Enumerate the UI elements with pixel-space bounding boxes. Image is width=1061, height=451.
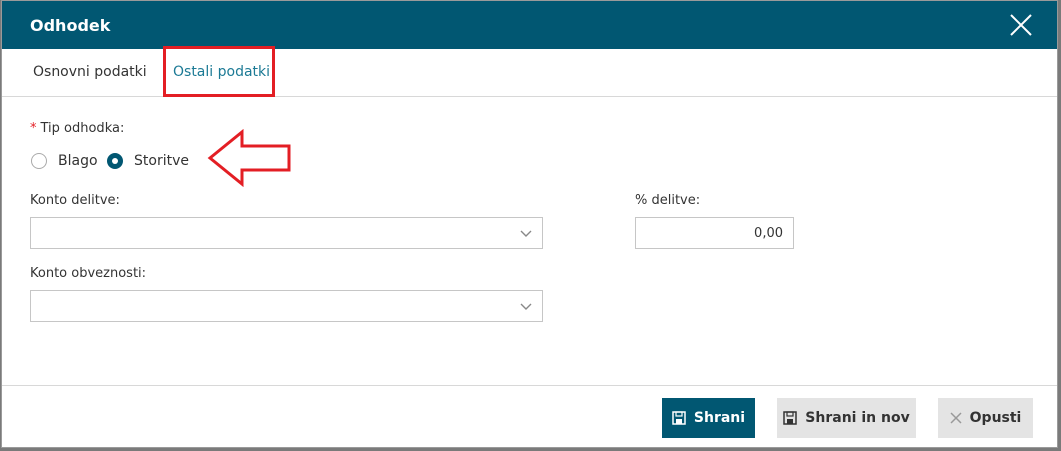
procent-delitve-label: % delitve: — [635, 193, 701, 208]
close-icon[interactable] — [1009, 13, 1033, 37]
footer-divider — [2, 385, 1057, 386]
chevron-down-icon — [520, 303, 532, 310]
annotation-highlight-box — [163, 46, 275, 97]
procent-delitve-input[interactable]: 0,00 — [635, 217, 794, 249]
arrow-left-icon — [207, 129, 291, 187]
save-and-new-button-label: Shrani in nov — [805, 410, 910, 426]
radio-blago-label[interactable]: Blago — [58, 153, 98, 169]
save-and-new-button[interactable]: Shrani in nov — [777, 398, 916, 438]
radio-blago[interactable] — [31, 153, 47, 169]
save-button-label: Shrani — [693, 410, 746, 426]
chevron-down-icon — [520, 230, 532, 237]
tab-bar: Osnovni podatki Ostali podatki — [2, 49, 1057, 97]
tip-odhodka-text: Tip odhodka: — [40, 121, 125, 136]
x-icon — [950, 412, 962, 424]
konto-delitve-label: Konto delitve: — [30, 193, 120, 208]
konto-delitve-select[interactable] — [30, 217, 543, 249]
tip-odhodka-label: * Tip odhodka: — [30, 121, 124, 136]
expense-dialog: Odhodek Osnovni podatki Ostali podatki *… — [1, 0, 1058, 448]
radio-storitve-label[interactable]: Storitve — [134, 153, 189, 169]
save-button[interactable]: Shrani — [662, 398, 755, 438]
radio-storitve[interactable] — [107, 153, 123, 169]
dialog-title: Odhodek — [30, 16, 111, 35]
konto-obveznosti-select[interactable] — [30, 290, 543, 322]
tab-osnovni-podatki[interactable]: Osnovni podatki — [33, 64, 147, 80]
required-mark: * — [30, 121, 37, 136]
save-icon — [672, 411, 686, 425]
dialog-header: Odhodek — [2, 1, 1057, 49]
save-icon — [783, 411, 798, 425]
konto-obveznosti-label: Konto obveznosti: — [30, 266, 147, 281]
cancel-button[interactable]: Opusti — [938, 398, 1033, 438]
cancel-button-label: Opusti — [969, 410, 1022, 426]
